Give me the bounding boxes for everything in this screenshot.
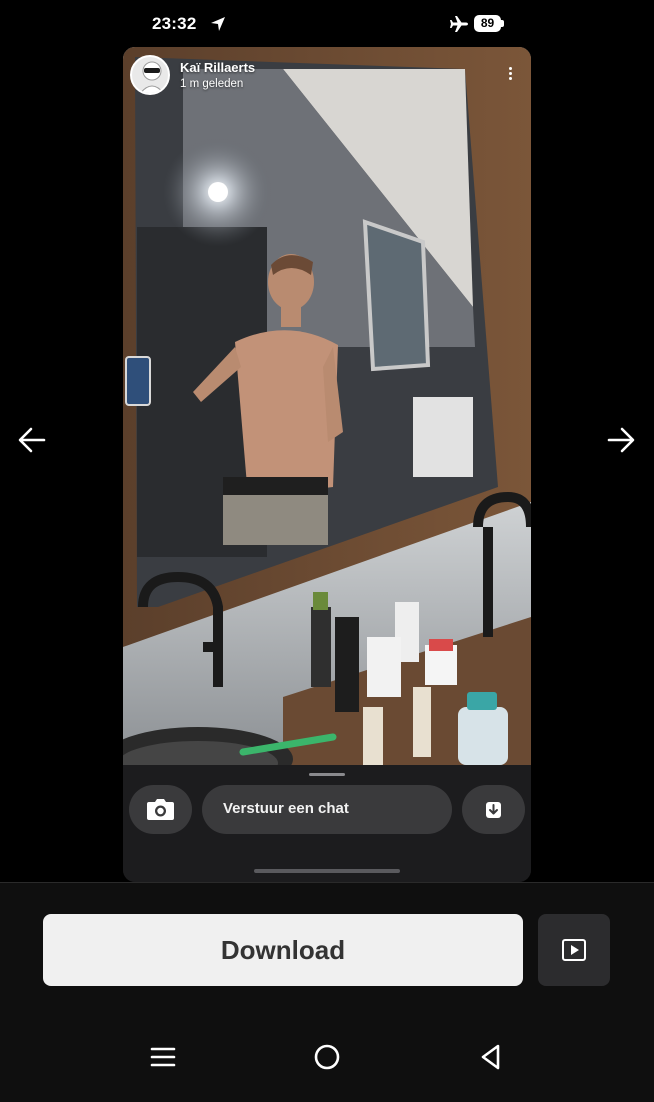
location-arrow-icon — [211, 17, 225, 31]
status-bar: 23:32 89 — [0, 0, 654, 48]
post-time: 1 m geleden — [180, 78, 244, 90]
story-photo — [123, 47, 531, 765]
download-button[interactable]: Download — [43, 914, 523, 986]
kebab-menu-icon[interactable] — [503, 65, 517, 87]
arrow-right-icon[interactable] — [605, 424, 637, 456]
avatar[interactable] — [130, 55, 170, 95]
save-download-icon — [486, 802, 501, 818]
chat-placeholder: Verstuur een chat — [223, 800, 349, 817]
camera-button[interactable] — [129, 785, 192, 834]
play-square-icon — [562, 939, 586, 961]
story-card[interactable]: Kaï Rillaerts 1 m geleden Verstuur een c… — [123, 47, 531, 882]
save-button[interactable] — [462, 785, 525, 834]
arrow-left-icon[interactable] — [16, 424, 48, 456]
reply-bar: Verstuur een chat — [123, 765, 531, 882]
back-triangle-icon[interactable] — [476, 1042, 506, 1072]
system-navigation-bar — [0, 1030, 654, 1090]
home-indicator — [254, 869, 400, 873]
menu-icon[interactable] — [148, 1042, 178, 1072]
chat-input[interactable]: Verstuur een chat — [202, 785, 452, 834]
story-header: Kaï Rillaerts 1 m geleden — [123, 47, 531, 103]
battery-level: 89 — [474, 15, 501, 32]
status-time: 23:32 — [152, 14, 197, 33]
camera-icon — [147, 799, 174, 820]
battery-icon: 89 — [474, 15, 504, 32]
user-name[interactable]: Kaï Rillaerts — [180, 60, 255, 75]
home-circle-icon[interactable] — [312, 1042, 342, 1072]
drag-handle[interactable] — [309, 773, 345, 776]
play-button[interactable] — [538, 914, 610, 986]
airplane-icon — [450, 16, 468, 32]
